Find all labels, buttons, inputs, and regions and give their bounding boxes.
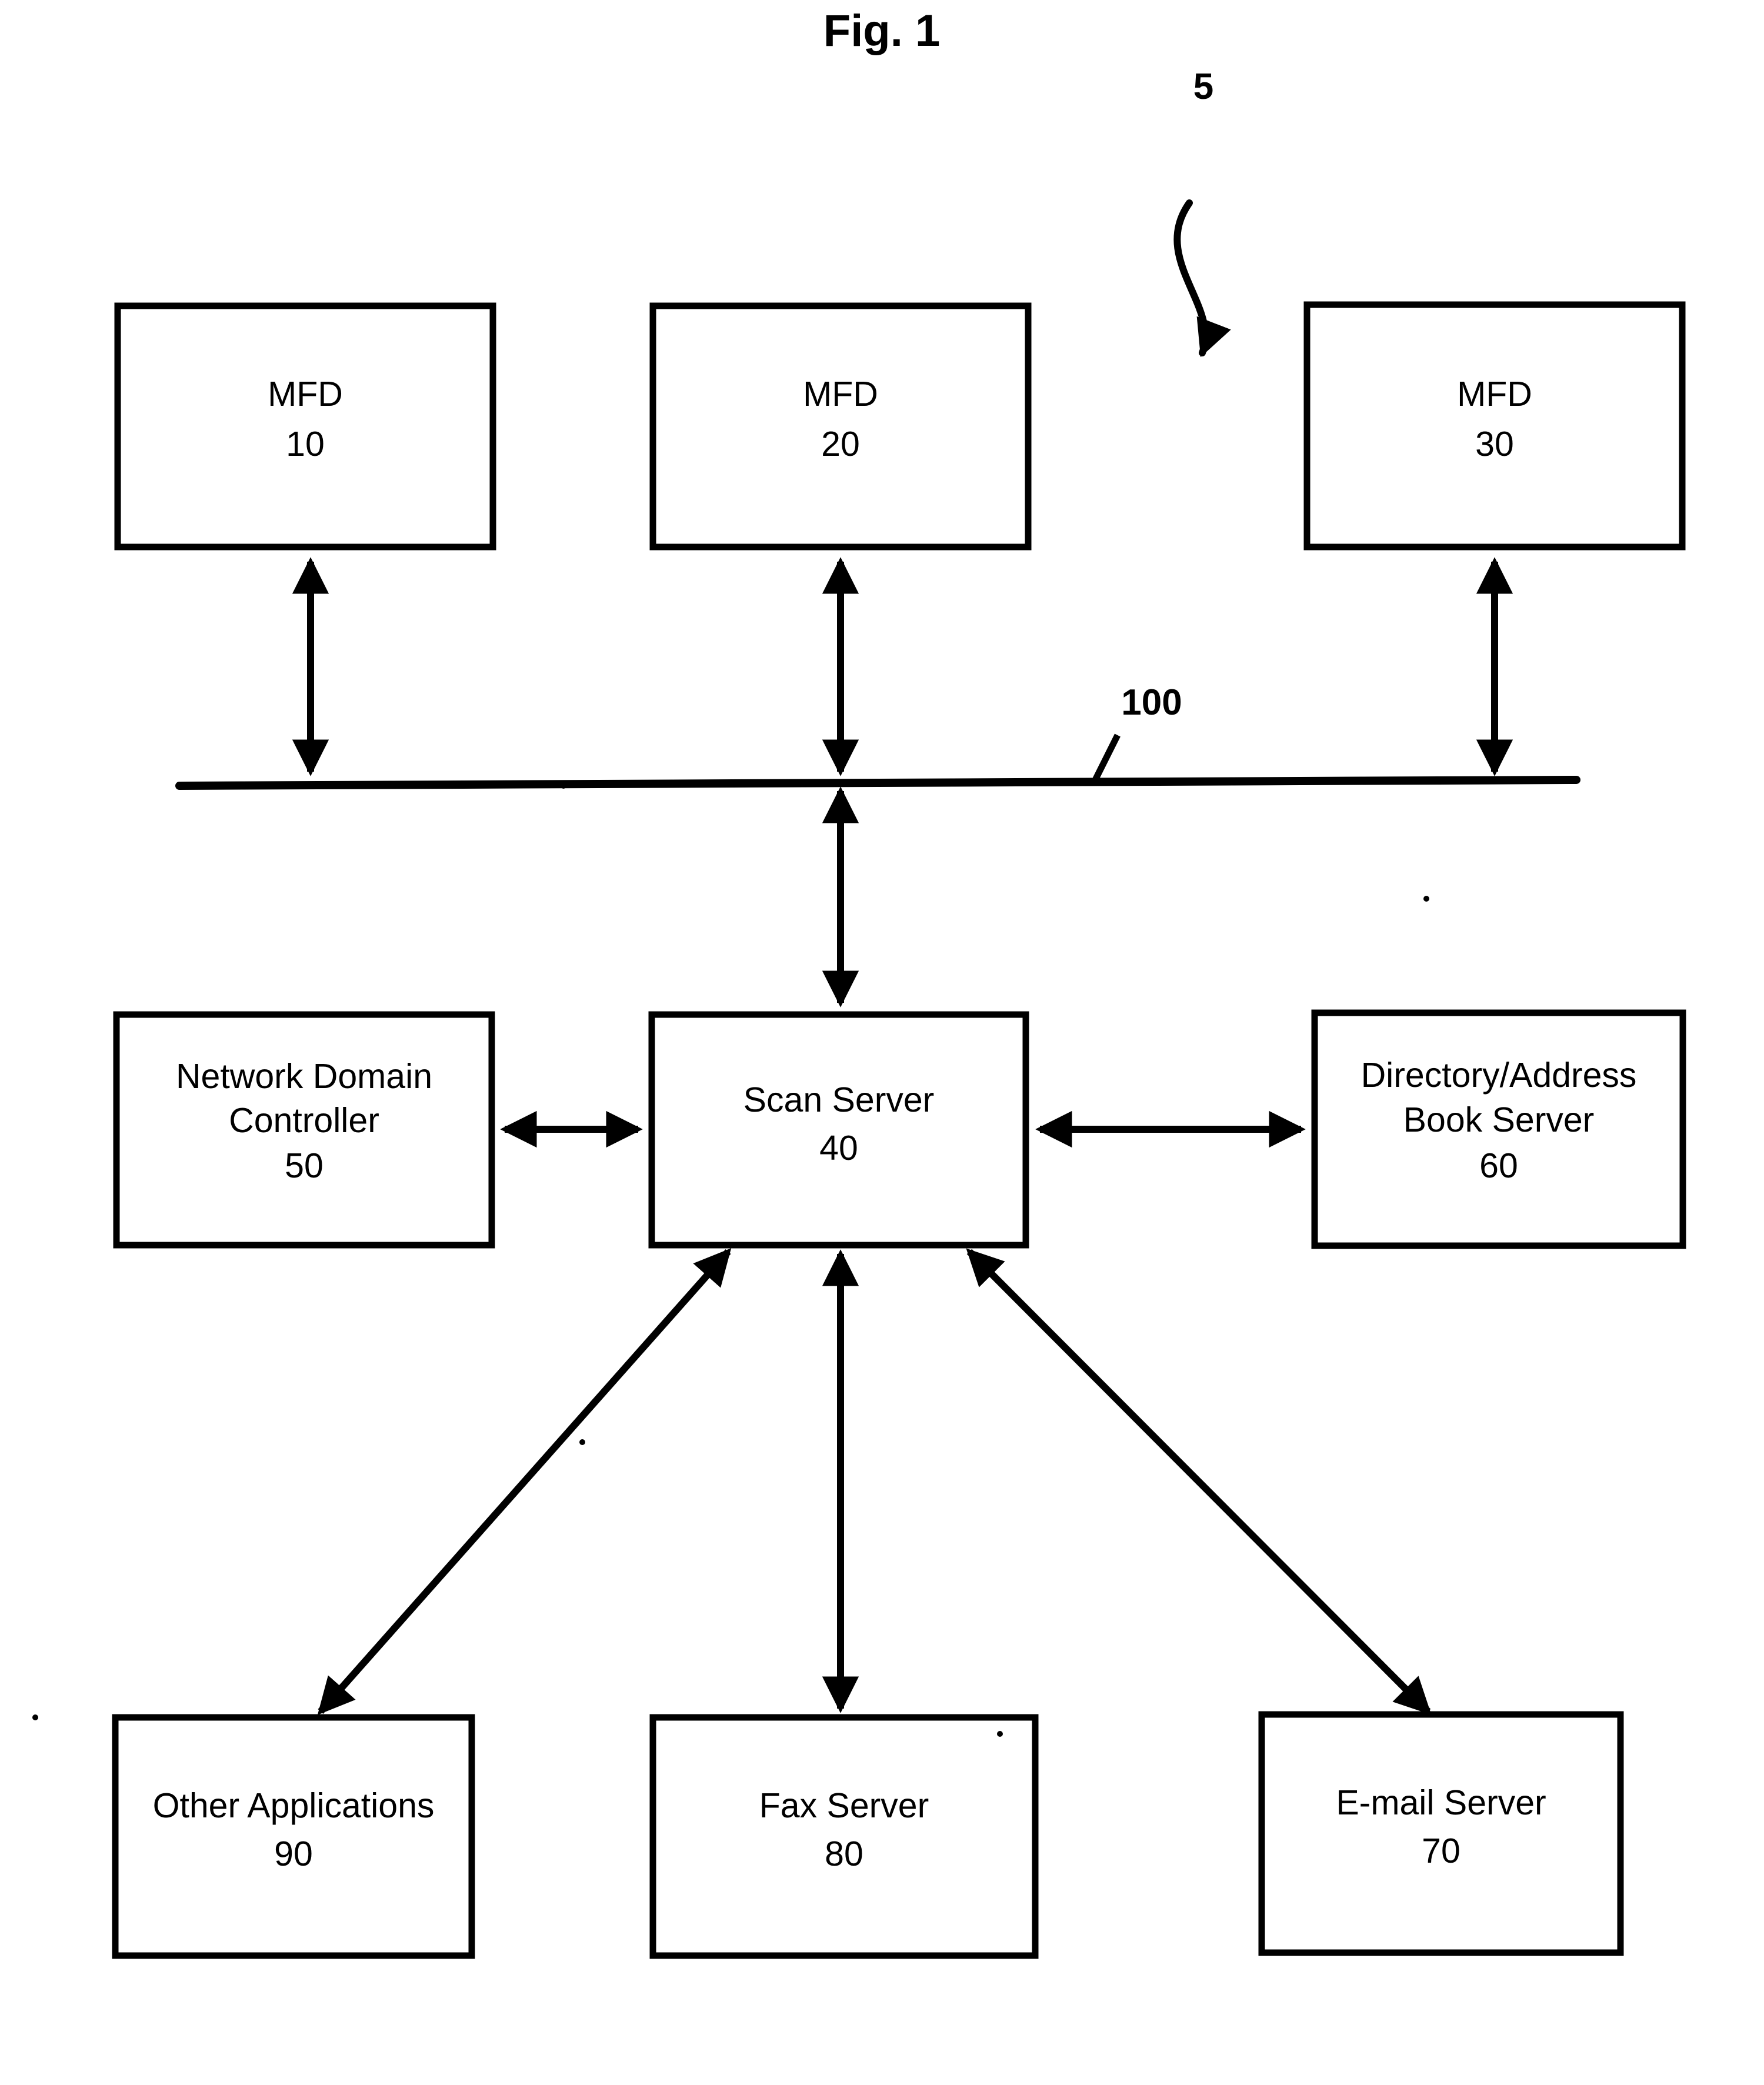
figure-title: Fig. 1 — [823, 6, 940, 56]
directory-address-book-server-line1: Directory/Address — [1361, 1056, 1637, 1095]
directory-address-book-server-line2: Book Server — [1403, 1100, 1595, 1139]
network-bus-line — [175, 776, 1580, 790]
scan-speck — [1423, 896, 1429, 902]
scan-speck — [997, 1731, 1003, 1737]
mfd-10-name: MFD — [268, 375, 343, 413]
connector-scanserver-otherapplications — [317, 1248, 732, 1715]
mfd-20-ref: 20 — [821, 425, 860, 463]
system-reference-label: 5 — [1193, 66, 1213, 107]
other-applications-name: Other Applications — [153, 1786, 435, 1825]
email-server-ref: 70 — [1422, 1832, 1460, 1870]
network-domain-controller-ref: 50 — [285, 1146, 324, 1185]
scan-server-name: Scan Server — [743, 1080, 935, 1119]
system-reference-leader — [1173, 199, 1231, 358]
connector-scanserver-emailserver — [966, 1248, 1432, 1715]
network-domain-controller-line2: Controller — [229, 1101, 379, 1140]
figure-canvas: Fig. 1 5 MFD 10 MFD 20 MFD 30 100 Networ… — [0, 0, 1764, 2085]
scan-server-ref: 40 — [819, 1129, 858, 1167]
email-server-name: E-mail Server — [1336, 1783, 1546, 1822]
network-domain-controller-line1: Network Domain — [176, 1057, 432, 1096]
mfd-30-ref: 30 — [1475, 425, 1514, 463]
system-architecture-diagram: Fig. 1 5 MFD 10 MFD 20 MFD 30 100 Networ… — [32, 6, 1686, 1959]
scan-speck — [579, 1439, 585, 1445]
directory-address-book-server-ref: 60 — [1479, 1146, 1518, 1185]
network-reference-label: 100 — [1121, 682, 1182, 723]
scan-speck — [561, 783, 566, 789]
other-applications-ref: 90 — [274, 1834, 313, 1873]
mfd-30-name: MFD — [1457, 375, 1532, 413]
scan-speck — [32, 1714, 38, 1720]
fax-server-name: Fax Server — [759, 1786, 929, 1825]
fax-server-ref: 80 — [825, 1834, 863, 1873]
network-reference-leader — [1091, 733, 1121, 784]
mfd-10-ref: 10 — [286, 425, 325, 463]
mfd-20-name: MFD — [803, 375, 878, 413]
